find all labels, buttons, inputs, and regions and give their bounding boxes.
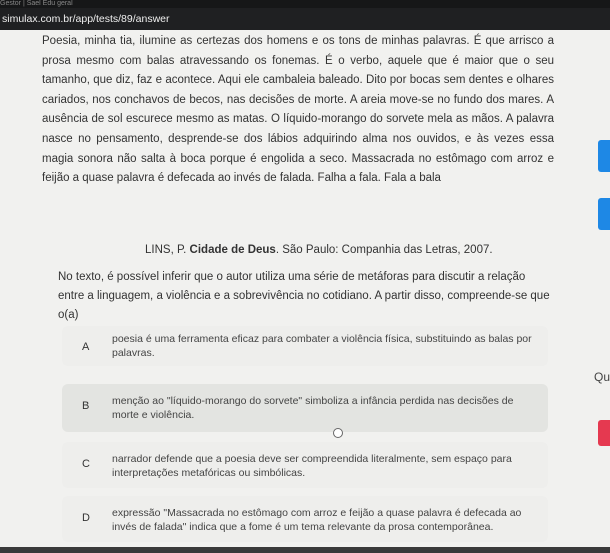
passage-text: Poesia, minha tia, ilumine as certezas d… — [42, 35, 554, 185]
side-question-nav-button[interactable] — [598, 140, 610, 172]
option-b[interactable]: B menção ao "líquido-morango do sorvete"… — [62, 384, 548, 432]
address-bar-url[interactable]: simulax.com.br/app/tests/89/answer — [2, 13, 170, 25]
option-text: menção ao "líquido-morango do sorvete" s… — [112, 395, 514, 421]
question-text: No texto, é possível inferir que o autor… — [58, 271, 550, 321]
side-question-nav-button[interactable] — [598, 198, 610, 230]
option-letter: D — [82, 512, 90, 524]
option-letter: C — [82, 458, 90, 470]
citation: LINS, P. Cidade de Deus. São Paulo: Comp… — [145, 244, 493, 256]
option-d[interactable]: D expressão "Massacrada no estômago com … — [62, 496, 548, 542]
side-panel-question-label: Qu — [593, 370, 610, 384]
browser-top-bar: Gestor | Sael Edu geral simulax.com.br/a… — [0, 0, 610, 30]
bottom-edge — [0, 547, 610, 553]
option-a[interactable]: A poesia é uma ferramenta eficaz para co… — [62, 326, 548, 366]
option-letter: B — [82, 400, 90, 412]
citation-author: LINS, P. — [145, 244, 187, 256]
option-text: poesia é uma ferramenta eficaz para comb… — [112, 333, 532, 359]
citation-title: Cidade de Deus — [189, 244, 276, 256]
citation-rest: . São Paulo: Companhia das Letras, 2007. — [275, 244, 493, 256]
question-page: Poesia, minha tia, ilumine as certezas d… — [0, 30, 610, 553]
tab-strip[interactable]: Gestor | Sael Edu geral — [0, 0, 610, 8]
option-text: narrador defende que a poesia deve ser c… — [112, 453, 512, 479]
option-text: expressão "Massacrada no estômago com ar… — [112, 507, 522, 533]
mouse-cursor-icon — [333, 428, 343, 438]
option-letter: A — [82, 341, 90, 353]
side-question-nav-button[interactable] — [598, 420, 610, 446]
option-c[interactable]: C narrador defende que a poesia deve ser… — [62, 442, 548, 488]
